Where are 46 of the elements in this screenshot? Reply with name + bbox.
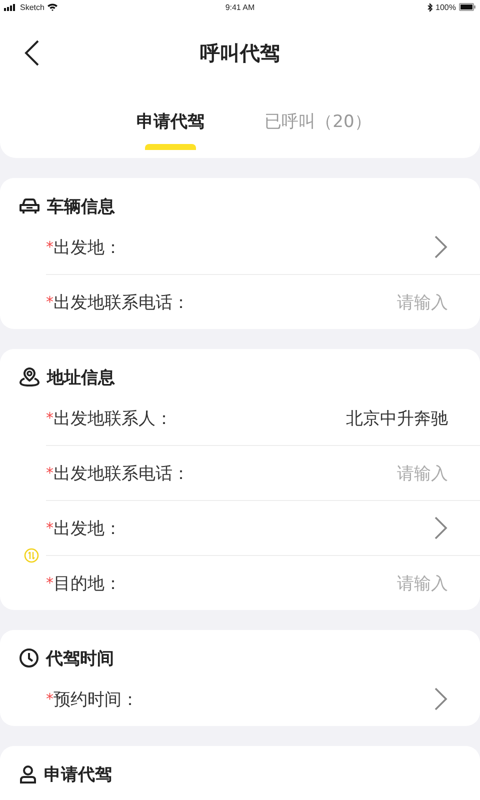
clock-icon (19, 648, 39, 668)
bluetooth-icon (426, 2, 433, 12)
carrier-text: Sketch (20, 2, 44, 12)
required-mark: * (46, 690, 54, 708)
wifi-icon (47, 3, 58, 11)
required-mark: * (46, 574, 54, 592)
field-placeholder: 请输入 (397, 292, 448, 314)
input-row[interactable]: *出发地联系人： 北京中升奔驰 (46, 391, 480, 446)
battery-percent: 100% (436, 2, 456, 12)
field-label: 预约时间： (54, 688, 140, 710)
select-row[interactable]: *出发地： (46, 220, 480, 275)
status-time: 9:41 AM (225, 2, 255, 12)
required-mark: * (46, 293, 54, 311)
back-icon[interactable] (24, 39, 40, 67)
battery-icon (458, 3, 476, 11)
chevron-right-icon (434, 516, 448, 540)
input-row[interactable]: *目的地： 请输入 (46, 556, 480, 610)
section-title: 地址信息 (47, 366, 115, 388)
page-title: 呼叫代驾 (200, 40, 280, 66)
car-icon (19, 198, 40, 214)
field-label: 出发地： (54, 518, 122, 540)
person-icon (19, 764, 37, 784)
tab[interactable]: 申请代驾 (136, 110, 205, 133)
section-title: 申请代驾 (44, 764, 112, 786)
chevron-right-icon (434, 235, 448, 259)
input-row[interactable]: *出发地联系电话： 请输入 (46, 446, 480, 501)
field-placeholder: 请输入 (397, 572, 448, 594)
required-mark: * (46, 238, 54, 256)
input-row[interactable]: *出发地联系电话： 请输入 (46, 275, 480, 329)
required-mark: * (46, 409, 54, 427)
select-row[interactable]: *出发地： (46, 501, 480, 556)
select-row[interactable]: *预约时间： (46, 672, 480, 726)
signal-icon (4, 4, 17, 10)
field-value: 北京中升奔驰 (346, 408, 448, 430)
field-placeholder: 请输入 (397, 462, 448, 484)
section-title: 车辆信息 (47, 196, 115, 218)
field-label: 出发地： (54, 236, 122, 258)
required-mark: * (46, 519, 54, 537)
field-label: 出发地联系电话： (54, 462, 190, 484)
field-label: 出发地联系电话： (54, 292, 190, 314)
field-label: 目的地： (54, 572, 122, 594)
chevron-right-icon (434, 687, 448, 711)
location-pin-icon (19, 367, 40, 387)
required-mark: * (46, 464, 54, 482)
field-label: 出发地联系人： (54, 408, 174, 430)
section-title: 代驾时间 (46, 648, 114, 670)
